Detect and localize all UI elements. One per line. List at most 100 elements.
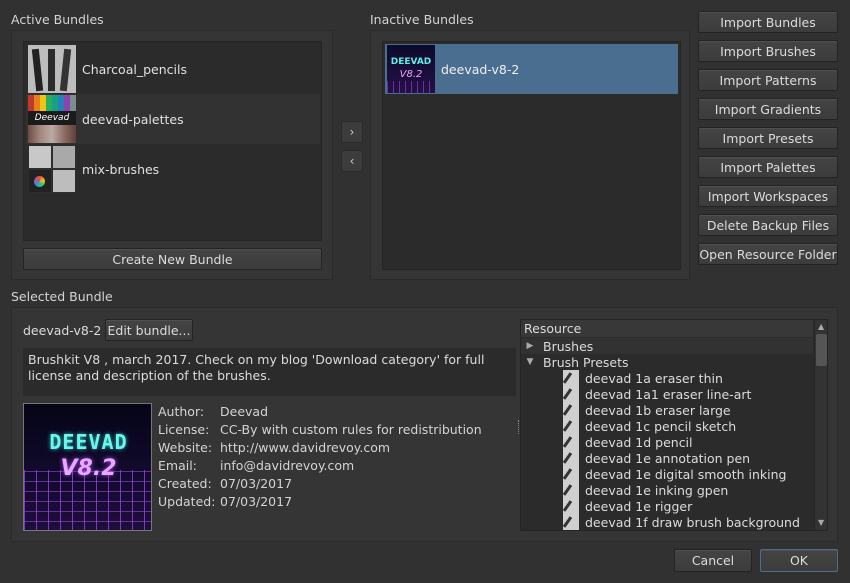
import-gradients-label: Import Gradients (714, 101, 822, 117)
meta-created: Created: 07/03/2017 (158, 476, 293, 491)
open-resource-folder-label: Open Resource Folder (699, 246, 837, 262)
inactive-bundles-label: Inactive Bundles (370, 12, 474, 27)
bundle-logo-image: DEEVAD V8.2 (23, 403, 152, 531)
tree-group-brushes[interactable]: ▶ Brushes (521, 338, 813, 354)
preset-label: deevad 1a eraser thin (585, 370, 723, 386)
ok-button[interactable]: OK (760, 549, 838, 572)
cancel-button[interactable]: Cancel (674, 549, 752, 572)
scroll-up-icon[interactable]: ▲ (818, 322, 824, 331)
delete-backup-files-button[interactable]: Delete Backup Files (698, 214, 838, 236)
preset-label: deevad 1a1 eraser line-art (585, 386, 752, 402)
charcoal-pencils-thumbnail (28, 45, 76, 93)
bundle-description: Brushkit V8 , march 2017. Check on my bl… (23, 348, 516, 396)
tree-group-label: Brush Presets (543, 354, 629, 370)
brush-preset-icon (563, 370, 579, 386)
brush-preset-icon (563, 418, 579, 434)
selected-bundle-label: Selected Bundle (11, 289, 113, 304)
preset-item[interactable]: deevad 1e rigger (563, 498, 692, 514)
import-presets-label: Import Presets (722, 130, 814, 146)
edit-bundle-label: Edit bundle... (107, 322, 191, 338)
preset-item[interactable]: deevad 1d pencil (563, 434, 693, 450)
bundle-item-charcoal-pencils[interactable]: Charcoal_pencils (26, 44, 320, 94)
preset-item[interactable]: deevad 1a1 eraser line-art (563, 386, 751, 402)
import-patterns-label: Import Patterns (719, 72, 817, 88)
preset-item[interactable]: deevad 1c pencil sketch (563, 418, 736, 434)
active-bundles-list[interactable]: Charcoal_pencils Deevad deevad-palettes … (23, 41, 322, 241)
preset-label: deevad 1d pencil (585, 434, 693, 450)
import-patterns-button[interactable]: Import Patterns (698, 69, 838, 91)
bundle-item-mix-brushes[interactable]: mix-brushes (26, 144, 320, 194)
bundle-item-label: mix-brushes (82, 161, 160, 177)
scroll-down-icon[interactable]: ▼ (818, 518, 824, 527)
brush-preset-icon (563, 466, 579, 482)
meta-updated: Updated: 07/03/2017 (158, 494, 293, 509)
collapse-arrow-icon[interactable]: ▼ (521, 357, 539, 367)
resource-tree[interactable]: Resource ▶ Brushes ▼ Brush Presets deeva… (520, 319, 828, 531)
bundle-item-label: deevad-palettes (82, 111, 184, 127)
brush-preset-icon (563, 434, 579, 450)
selected-bundle-name: deevad-v8-2 (23, 323, 102, 338)
brush-preset-icon (563, 514, 579, 530)
preset-item[interactable]: deevad 1e inking gpen (563, 482, 728, 498)
ok-label: OK (789, 553, 809, 568)
tree-group-brush-presets[interactable]: ▼ Brush Presets (521, 354, 629, 370)
brush-preset-icon (563, 498, 579, 514)
bundle-item-deevad-v8-2[interactable]: DEEVAD V8.2 deevad-v8-2 (385, 44, 678, 94)
import-presets-button[interactable]: Import Presets (698, 127, 838, 149)
logo-text-deevad: DEEVAD (49, 430, 128, 454)
preset-label: deevad 1e inking gpen (585, 482, 729, 498)
scrollbar-thumb[interactable] (816, 334, 827, 366)
preset-item[interactable]: deevad 1e annotation pen (563, 450, 750, 466)
bundle-item-deevad-palettes[interactable]: Deevad deevad-palettes (26, 94, 320, 144)
brush-preset-icon (563, 482, 579, 498)
deevad-palettes-thumbnail: Deevad (28, 95, 76, 143)
preset-label: deevad 1e annotation pen (585, 450, 751, 466)
deevad-v8-2-thumbnail: DEEVAD V8.2 (387, 45, 435, 93)
inactive-bundles-list[interactable]: DEEVAD V8.2 deevad-v8-2 (382, 41, 681, 270)
active-bundles-label: Active Bundles (11, 12, 104, 27)
open-resource-folder-button[interactable]: Open Resource Folder (698, 243, 838, 265)
move-to-active-button[interactable]: ‹ (341, 150, 363, 172)
preset-label: deevad 1f draw brush background (585, 514, 800, 530)
preset-item[interactable]: deevad 1a eraser thin (563, 370, 723, 386)
import-brushes-button[interactable]: Import Brushes (698, 40, 838, 62)
edit-bundle-button[interactable]: Edit bundle... (105, 319, 193, 341)
tree-group-label: Brushes (543, 338, 594, 354)
import-workspaces-label: Import Workspaces (707, 188, 829, 204)
mix-brushes-thumbnail (28, 145, 76, 193)
inactive-bundles-panel: DEEVAD V8.2 deevad-v8-2 (370, 30, 690, 280)
chevron-left-icon: ‹ (349, 154, 355, 168)
delete-backup-files-label: Delete Backup Files (706, 217, 830, 233)
preset-item[interactable]: deevad 1b eraser large (563, 402, 731, 418)
meta-email: Email: info@davidrevoy.com (158, 458, 355, 473)
brush-preset-icon (563, 402, 579, 418)
import-palettes-label: Import Palettes (720, 159, 816, 175)
import-brushes-label: Import Brushes (720, 43, 816, 59)
logo-text-version: V8.2 (60, 456, 117, 481)
import-palettes-button[interactable]: Import Palettes (698, 156, 838, 178)
brush-preset-icon (563, 450, 579, 466)
preset-item[interactable]: deevad 1f draw brush background (563, 514, 800, 530)
preset-label: deevad 1e digital smooth inking (585, 466, 787, 482)
expand-arrow-icon[interactable]: ▶ (521, 341, 539, 351)
bundle-item-label: deevad-v8-2 (441, 61, 520, 77)
preset-label: deevad 1c pencil sketch (585, 418, 737, 434)
meta-website: Website: http://www.davidrevoy.com (158, 440, 391, 455)
resource-tree-scrollbar[interactable]: ▲ ▼ (814, 320, 827, 530)
brush-preset-icon (563, 386, 579, 402)
move-to-inactive-button[interactable]: › (341, 121, 363, 143)
import-gradients-button[interactable]: Import Gradients (698, 98, 838, 120)
active-bundles-panel: Charcoal_pencils Deevad deevad-palettes … (11, 30, 333, 280)
selected-bundle-panel: deevad-v8-2 Edit bundle... Brushkit V8 ,… (11, 307, 838, 542)
create-new-bundle-label: Create New Bundle (112, 251, 233, 267)
preset-item[interactable]: deevad 1e digital smooth inking (563, 466, 786, 482)
create-new-bundle-button[interactable]: Create New Bundle (23, 248, 322, 270)
import-bundles-button[interactable]: Import Bundles (698, 11, 838, 33)
meta-license: License: CC-By with custom rules for redi… (158, 422, 482, 437)
preset-label: deevad 1e rigger (585, 498, 693, 514)
chevron-right-icon: › (349, 125, 355, 139)
import-workspaces-button[interactable]: Import Workspaces (698, 185, 838, 207)
bundle-item-label: Charcoal_pencils (82, 61, 187, 77)
cancel-label: Cancel (691, 553, 735, 568)
meta-author: Author: Deevad (158, 404, 268, 419)
